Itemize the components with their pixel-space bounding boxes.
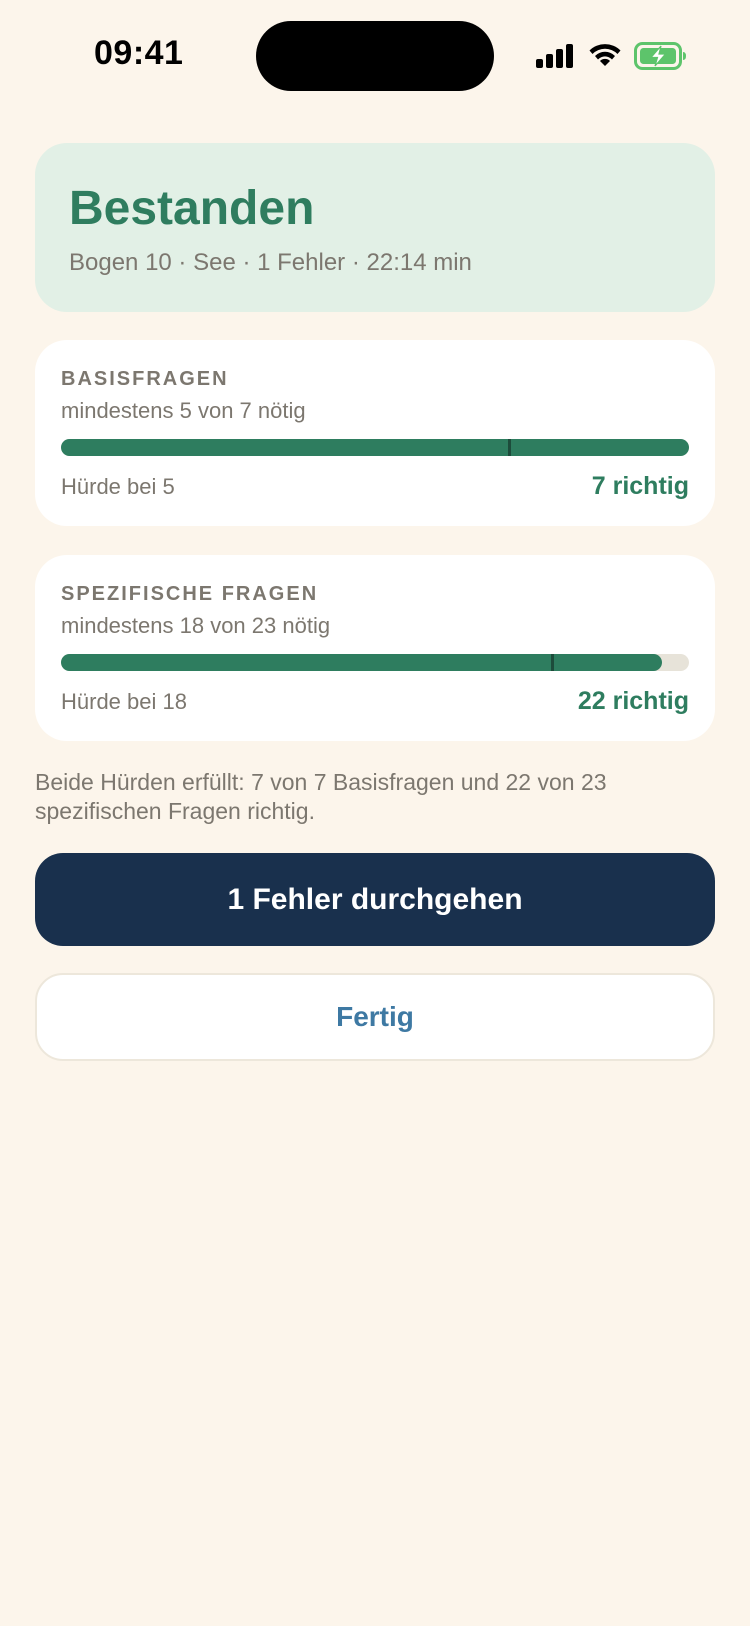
specific-threshold-marker [550,654,554,671]
specific-threshold: Hürde bei 18 [61,689,187,714]
result-card: Bestanden Bogen 10 · See · 1 Fehler · 22… [35,143,715,312]
basis-label: BASISFRAGEN [61,368,229,390]
signal-icon [536,44,573,68]
done-button[interactable]: Fertig [35,973,715,1061]
basis-progress-fill [61,439,689,456]
basis-progress-bar [61,439,689,456]
specific-label: SPEZIFISCHE FRAGEN [61,583,319,605]
result-title: Bestanden [69,182,315,235]
specific-requirement: mindestens 18 von 23 nötig [61,613,331,638]
status-icons [536,38,690,72]
specific-progress-bar [61,654,689,671]
status-bar: 09:41 [0,0,750,110]
battery-charging-icon [634,42,686,70]
basis-questions-card: BASISFRAGEN mindestens 5 von 7 nötig Hür… [35,340,715,526]
basis-requirement: mindestens 5 von 7 nötig [61,398,306,423]
summary-text: Beide Hürden erfüllt: 7 von 7 Basisfrage… [35,769,607,824]
status-time: 09:41 [94,34,184,72]
basis-threshold: Hürde bei 5 [61,474,175,499]
wifi-icon [589,44,621,66]
basis-result: 7 richtig [591,472,689,500]
dynamic-island [256,21,494,91]
result-subtitle: Bogen 10 · See · 1 Fehler · 22:14 min [69,249,472,276]
specific-progress-fill [61,654,662,671]
specific-result: 22 richtig [577,687,689,715]
basis-threshold-marker [508,439,512,456]
specific-questions-card: SPEZIFISCHE FRAGEN mindestens 18 von 23 … [35,555,715,741]
review-mistakes-button[interactable]: 1 Fehler durchgehen [35,853,715,946]
